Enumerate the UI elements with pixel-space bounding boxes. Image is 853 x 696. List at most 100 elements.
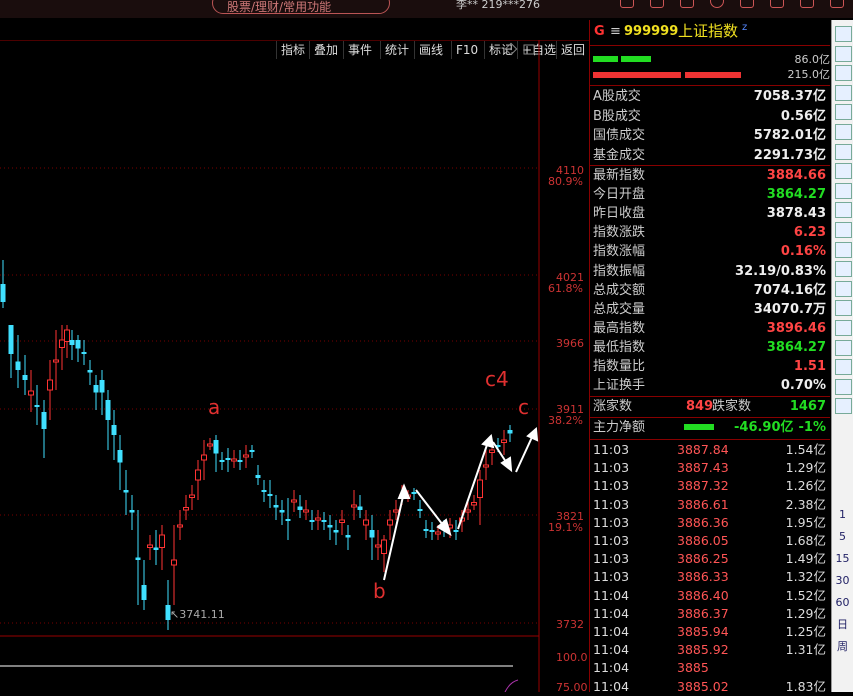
candle-body bbox=[59, 339, 65, 348]
candle-body bbox=[345, 535, 351, 538]
index-row: 昨日收盘 3878.43 bbox=[593, 206, 826, 222]
tick-row: 11:03 3887.32 1.26亿 bbox=[593, 478, 826, 494]
period-button[interactable]: 1 bbox=[835, 508, 850, 522]
tick-row: 11:03 3886.61 2.38亿 bbox=[593, 496, 826, 512]
candle-body bbox=[291, 499, 297, 503]
breadth-row: 涨家数 849 跌家数 1467 bbox=[593, 399, 826, 414]
candle-body bbox=[111, 425, 117, 435]
list-icon[interactable] bbox=[835, 124, 852, 140]
search-input[interactable]: 股票/理财/常用功能 bbox=[212, 0, 390, 14]
menu-icon[interactable] bbox=[740, 0, 754, 8]
candle-body bbox=[207, 443, 213, 447]
chart-icon[interactable] bbox=[835, 84, 852, 101]
period-button[interactable]: 5 bbox=[835, 530, 850, 544]
candle-body bbox=[309, 520, 315, 522]
period-button[interactable]: 30 bbox=[835, 574, 850, 588]
candle-body bbox=[339, 519, 345, 523]
refresh-icon[interactable] bbox=[835, 398, 852, 415]
candle-body bbox=[69, 340, 75, 345]
kline-icon[interactable] bbox=[835, 163, 852, 180]
grid-icon[interactable] bbox=[680, 0, 694, 8]
axis-pct: 19.1% bbox=[548, 521, 583, 534]
stock-name: 上证指数 bbox=[678, 22, 739, 40]
candle-body bbox=[105, 400, 111, 420]
candle-body bbox=[333, 530, 339, 533]
tick-row: 11:04 3885.92 1.31亿 bbox=[593, 642, 826, 658]
stock-code: 999999 bbox=[624, 24, 679, 39]
low-marker: ↖3741.11 bbox=[170, 608, 225, 621]
g-badge: G bbox=[594, 24, 605, 39]
candle-body bbox=[477, 479, 483, 498]
close-icon[interactable] bbox=[830, 0, 844, 8]
index-row: 总成交额 7074.16亿 bbox=[593, 282, 826, 298]
candle-body bbox=[375, 544, 381, 548]
move-icon[interactable] bbox=[835, 339, 852, 356]
candle-body bbox=[393, 509, 399, 513]
tick-row: 11:03 3887.84 1.54亿 bbox=[593, 442, 826, 457]
table-icon[interactable] bbox=[835, 104, 852, 121]
candle-body bbox=[47, 379, 53, 391]
bars-icon[interactable] bbox=[835, 261, 852, 278]
f10-icon[interactable] bbox=[835, 182, 852, 199]
tick-row: 11:04 3886.37 1.29亿 bbox=[593, 605, 826, 621]
candle-body bbox=[297, 506, 303, 510]
candlestick-chart[interactable]: a b c4 c ↖3741.11 100.0 75.00 4110 80.9%… bbox=[0, 40, 589, 692]
doc-icon[interactable] bbox=[835, 202, 852, 219]
period-button[interactable]: 60 bbox=[835, 596, 850, 610]
top-bar: 股票/理财/常用功能 李** 219***276 bbox=[0, 0, 853, 18]
chart-menu-bar: 指标 叠加 事件 统计 画线 F10 标记 +自选 返回 bbox=[0, 20, 589, 59]
axis-price: 3732 bbox=[556, 618, 584, 631]
turnover-row: 基金成交 2291.73亿 bbox=[593, 147, 826, 163]
candle-body bbox=[255, 475, 261, 478]
index-row: 总成交量 34070.7万 bbox=[593, 301, 826, 317]
candle-body bbox=[87, 370, 93, 373]
diamond-icon[interactable] bbox=[504, 42, 518, 56]
candle-body bbox=[75, 340, 81, 349]
period-button[interactable]: 15 bbox=[835, 552, 850, 566]
trend-arrows bbox=[383, 426, 539, 581]
arrow-up-icon[interactable] bbox=[835, 45, 852, 62]
index-row: 最低指数 3864.27 bbox=[593, 339, 826, 355]
tick-row: 11:04 3886.40 1.52亿 bbox=[593, 587, 826, 603]
minimize-icon[interactable] bbox=[770, 0, 784, 8]
candle-body bbox=[135, 557, 141, 560]
search-icon[interactable] bbox=[835, 320, 852, 336]
bell-icon[interactable] bbox=[650, 0, 664, 8]
candle-body bbox=[387, 519, 393, 526]
candle-body bbox=[34, 405, 40, 407]
period-button[interactable]: 日 bbox=[835, 618, 850, 632]
candle-body bbox=[363, 519, 369, 526]
f5-icon[interactable] bbox=[835, 378, 852, 395]
wave-icon[interactable] bbox=[835, 280, 852, 297]
rsi-icon[interactable] bbox=[835, 300, 852, 317]
pencil-icon[interactable] bbox=[835, 359, 852, 376]
line-icon[interactable] bbox=[835, 143, 852, 160]
candle-body bbox=[93, 385, 99, 393]
candle-body bbox=[411, 492, 417, 494]
candle-body bbox=[171, 559, 177, 566]
annotation-c4: c4 bbox=[485, 367, 509, 391]
menu-icon: ≡ bbox=[610, 24, 621, 39]
arrow-left-icon[interactable] bbox=[835, 26, 852, 42]
f12-icon[interactable] bbox=[835, 222, 852, 238]
candle-body bbox=[99, 380, 105, 393]
candle-body bbox=[177, 524, 183, 528]
candle-body bbox=[489, 449, 495, 453]
bars-icon[interactable] bbox=[835, 241, 852, 258]
candle-body bbox=[285, 519, 291, 521]
gear-icon[interactable] bbox=[710, 0, 724, 8]
candle-body bbox=[423, 529, 429, 531]
tick-row: 11:03 3886.36 1.95亿 bbox=[593, 514, 826, 530]
candle-body bbox=[15, 361, 21, 370]
tick-row: 11:03 3886.33 1.32亿 bbox=[593, 569, 826, 585]
annotation-b: b bbox=[373, 579, 386, 603]
candle-body bbox=[279, 510, 285, 513]
home-icon[interactable] bbox=[620, 0, 634, 8]
arrow-down-icon[interactable] bbox=[835, 65, 852, 82]
panel-toggle-icon[interactable] bbox=[523, 44, 535, 55]
period-button[interactable]: 周 bbox=[835, 640, 850, 654]
candle-body bbox=[123, 490, 129, 493]
maximize-icon[interactable] bbox=[800, 0, 814, 8]
candle-body bbox=[28, 390, 34, 396]
candle-body bbox=[81, 352, 87, 354]
